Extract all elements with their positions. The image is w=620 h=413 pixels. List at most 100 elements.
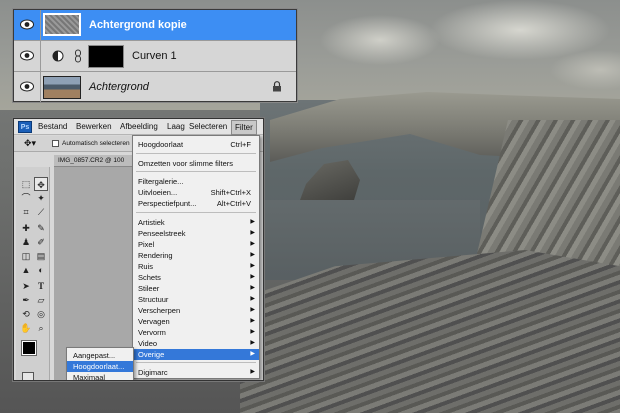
submenu-arrow-icon: ▶	[250, 263, 255, 269]
shape-tool-icon[interactable]: ▱	[34, 293, 48, 307]
path-selection-tool-icon[interactable]: ➤	[19, 279, 33, 293]
menu-bar: Ps Bestand Bewerken Afbeelding Laag Sele…	[14, 119, 263, 135]
menu-item-label: Video	[138, 339, 158, 348]
layer-name[interactable]: Curven 1	[132, 50, 177, 62]
type-tool-icon[interactable]: T	[34, 279, 48, 293]
filter-menu-item-perspectiefpunt[interactable]: Perspectiefpunt... Alt+Ctrl+V	[133, 198, 259, 209]
eye-icon[interactable]	[20, 50, 34, 61]
layer-row-curven[interactable]: Curven 1	[14, 41, 296, 72]
3d-orbit-tool-icon[interactable]: ◎	[34, 307, 48, 321]
filter-menu-item-overige[interactable]: Overige ▶	[133, 349, 259, 360]
layer-thumbnail	[43, 76, 81, 99]
layer-row-achtergrond-kopie[interactable]: Achtergrond kopie	[14, 10, 296, 41]
lock-icon	[273, 81, 281, 92]
filter-menu-item-stileer[interactable]: Stileer ▶	[133, 283, 259, 294]
menu-item-label: Overige	[138, 350, 165, 359]
blur-tool-icon[interactable]: ▲	[19, 263, 33, 277]
move-tool-icon[interactable]: ✥	[34, 177, 48, 191]
gradient-tool-icon[interactable]: ▤	[34, 249, 48, 263]
menu-item-label: Uitvloeien...	[138, 188, 178, 197]
zoom-tool-icon[interactable]: ⌕	[34, 321, 48, 335]
pen-tool-icon[interactable]: ✒	[19, 293, 33, 307]
layer-thumbnail	[43, 13, 81, 36]
layer-name[interactable]: Achtergrond kopie	[89, 19, 187, 31]
filter-menu-item-vervorm[interactable]: Vervorm ▶	[133, 327, 259, 338]
menu-bestand[interactable]: Bestand	[38, 122, 67, 131]
menu-item-label: Stileer	[138, 284, 160, 293]
submenu-arrow-icon: ▶	[250, 274, 255, 280]
magic-wand-tool-icon[interactable]: ✦	[34, 191, 48, 205]
marquee-tool-icon[interactable]: ⬚	[19, 177, 33, 191]
photoshop-logo: Ps	[18, 121, 32, 133]
brush-tool-icon[interactable]: ✎	[34, 221, 48, 235]
menu-selecteren[interactable]: Selecteren	[189, 122, 227, 131]
submenu-arrow-icon: ▶	[250, 351, 255, 357]
quick-mask-icon[interactable]	[22, 372, 34, 380]
filter-menu-item-schets[interactable]: Schets ▶	[133, 272, 259, 283]
foreground-color-swatch[interactable]	[21, 340, 37, 356]
submenu-arrow-icon: ▶	[250, 252, 255, 258]
submenu-arrow-icon: ▶	[250, 307, 255, 313]
eyedropper-tool-icon[interactable]: ⟋	[34, 205, 48, 219]
menu-item-label: Structuur	[138, 295, 169, 304]
menu-bewerken[interactable]: Bewerken	[76, 122, 112, 131]
layer-row-achtergrond[interactable]: Achtergrond	[14, 72, 296, 103]
filter-menu-item-uitvloeien[interactable]: Uitvloeien... Shift+Ctrl+X	[133, 187, 259, 198]
menu-laag[interactable]: Laag	[167, 122, 185, 131]
link-icon[interactable]	[74, 49, 82, 63]
layer-mask-thumbnail[interactable]	[88, 45, 124, 68]
eye-icon[interactable]	[20, 19, 34, 30]
document-tab[interactable]: IMG_0857.CR2 @ 100	[54, 155, 134, 167]
submenu-arrow-icon: ▶	[250, 329, 255, 335]
history-brush-tool-icon[interactable]: ✐	[34, 235, 48, 249]
filter-menu-item-omzetten-voor-slimme-filters[interactable]: Omzetten voor slimme filters	[133, 158, 259, 169]
divider	[40, 72, 41, 102]
filter-menu-item-rendering[interactable]: Rendering ▶	[133, 250, 259, 261]
eye-icon[interactable]	[20, 81, 34, 92]
filter-menu-item-artistiek[interactable]: Artistiek ▶	[133, 217, 259, 228]
auto-select-checkbox[interactable]	[52, 140, 59, 147]
menu-item-label: Perspectiefpunt...	[138, 199, 197, 208]
submenu-arrow-icon: ▶	[250, 296, 255, 302]
layer-name[interactable]: Achtergrond	[89, 81, 149, 93]
filter-menu-item-ruis[interactable]: Ruis ▶	[133, 261, 259, 272]
menu-item-shortcut: Ctrl+F	[230, 140, 251, 149]
filter-menu-item-verscherpen[interactable]: Verscherpen ▶	[133, 305, 259, 316]
filter-menu: Hoogdoorlaat Ctrl+F Omzetten voor slimme f…	[132, 135, 260, 379]
filter-menu-item-vervagen[interactable]: Vervagen ▶	[133, 316, 259, 327]
menu-afbeelding[interactable]: Afbeelding	[120, 122, 158, 131]
clone-stamp-tool-icon[interactable]: ♟	[19, 235, 33, 249]
submenu-arrow-icon: ▶	[250, 340, 255, 346]
menu-item-label: Vervorm	[138, 328, 166, 337]
3d-rotate-tool-icon[interactable]: ⟲	[19, 307, 33, 321]
submenu-item-maximaal[interactable]: Maximaal	[67, 372, 133, 380]
menu-item-label: Penseelstreek	[138, 229, 186, 238]
hand-tool-icon[interactable]: ✋	[19, 321, 33, 335]
filter-menu-item-video[interactable]: Video ▶	[133, 338, 259, 349]
menu-filter[interactable]: Filter	[231, 120, 257, 135]
filter-menu-item-penseelstreek[interactable]: Penseelstreek ▶	[133, 228, 259, 239]
submenu-arrow-icon: ▶	[250, 318, 255, 324]
submenu-arrow-icon: ▶	[250, 241, 255, 247]
lasso-tool-icon[interactable]: ⌒	[19, 191, 33, 205]
healing-brush-tool-icon[interactable]: ✚	[19, 221, 33, 235]
filter-menu-item-pixel[interactable]: Pixel ▶	[133, 239, 259, 250]
move-tool-icon[interactable]: ✥▾	[24, 138, 36, 149]
filter-menu-item-filtergalerie[interactable]: Filtergalerie...	[133, 176, 259, 187]
submenu-arrow-icon: ▶	[250, 369, 255, 375]
menu-item-label: Artistiek	[138, 218, 165, 227]
menu-item-shortcut: Shift+Ctrl+X	[210, 188, 251, 197]
eraser-tool-icon[interactable]: ◫	[19, 249, 33, 263]
filter-menu-item-digimarc[interactable]: Digimarc ▶	[133, 367, 259, 378]
dodge-tool-icon[interactable]: ◐	[34, 263, 48, 277]
filter-menu-item-hoogdoorlaat[interactable]: Hoogdoorlaat Ctrl+F	[133, 139, 259, 150]
submenu-item-aangepast[interactable]: Aangepast...	[67, 350, 133, 361]
filter-menu-item-structuur[interactable]: Structuur ▶	[133, 294, 259, 305]
menu-item-shortcut: Alt+Ctrl+V	[216, 199, 251, 208]
menu-item-label: Digimarc	[138, 368, 168, 377]
submenu-item-hoogdoorlaat[interactable]: Hoogdoorlaat...	[67, 361, 133, 372]
menu-separator	[136, 212, 256, 213]
adjustment-layer-icon	[52, 50, 64, 62]
crop-tool-icon[interactable]: ⌗	[19, 205, 33, 219]
menu-separator	[136, 171, 256, 172]
